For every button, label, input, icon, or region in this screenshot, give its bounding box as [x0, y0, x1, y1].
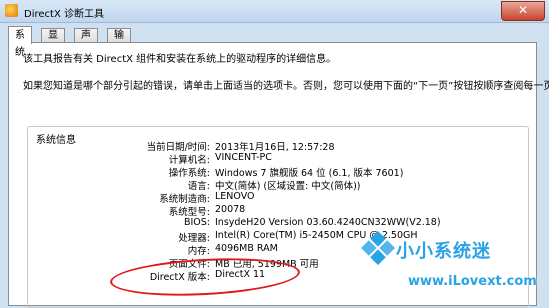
directx-app-icon: [5, 4, 18, 17]
info-label: 处理器:: [178, 233, 210, 244]
watermark-site-name: 小小系统迷: [396, 241, 491, 262]
info-value: 2013年1月16日, 12:57:28: [215, 142, 335, 153]
info-value: 20078: [215, 204, 246, 215]
info-value: InsydeH20 Version 03.60.4240CN32WW(V2.18…: [215, 217, 441, 228]
tab-display[interactable]: 显示: [41, 28, 65, 55]
info-label: 当前日期/时间:: [146, 142, 210, 153]
watermark-logo-icon: [361, 231, 395, 265]
window-title: DirectX 诊断工具: [24, 9, 104, 20]
info-value: VINCENT-PC: [215, 152, 272, 163]
info-label: 内存:: [187, 246, 210, 257]
info-value: 4096MB RAM: [215, 243, 278, 254]
info-row-language: 语言: 中文(简体) (区域设置: 中文(简体)): [28, 178, 528, 192]
watermark-url: www.iLovext.com: [408, 274, 537, 289]
info-row-os: 操作系统: Windows 7 旗舰版 64 位 (6.1, 版本 7601): [28, 165, 528, 179]
info-row-computer-name: 计算机名: VINCENT-PC: [28, 152, 528, 166]
info-label: 系统型号:: [168, 207, 210, 218]
intro-text-1: 该工具报告有关 DirectX 组件和安装在系统上的驱动程序的详细信息。: [23, 54, 337, 65]
info-row-datetime: 当前日期/时间: 2013年1月16日, 12:57:28: [28, 139, 528, 153]
close-button[interactable]: ✕: [501, 1, 545, 21]
tab-input[interactable]: 输入: [107, 28, 131, 55]
info-label: 系统制造商:: [159, 194, 210, 205]
tab-sound[interactable]: 声音: [74, 28, 98, 55]
info-value: 中文(简体) (区域设置: 中文(简体)): [215, 181, 361, 192]
info-row-manufacturer: 系统制造商: LENOVO: [28, 191, 528, 205]
tab-system[interactable]: 系统: [8, 26, 32, 58]
info-value: LENOVO: [215, 191, 255, 202]
info-label: 语言:: [187, 181, 210, 192]
info-row-bios: BIOS: InsydeH20 Version 03.60.4240CN32WW…: [28, 217, 528, 229]
intro-text-2: 如果您知道是哪个部分引起的错误，请单击上面适当的选项卡。否则，您可以使用下面的“…: [23, 81, 549, 92]
info-row-model: 系统型号: 20078: [28, 204, 528, 218]
info-label: BIOS:: [183, 217, 210, 228]
info-label: 操作系统:: [168, 168, 210, 179]
info-label: 计算机名:: [168, 155, 210, 166]
info-value: Windows 7 旗舰版 64 位 (6.1, 版本 7601): [215, 168, 404, 179]
title-bar: DirectX 诊断工具 ✕: [0, 0, 549, 23]
